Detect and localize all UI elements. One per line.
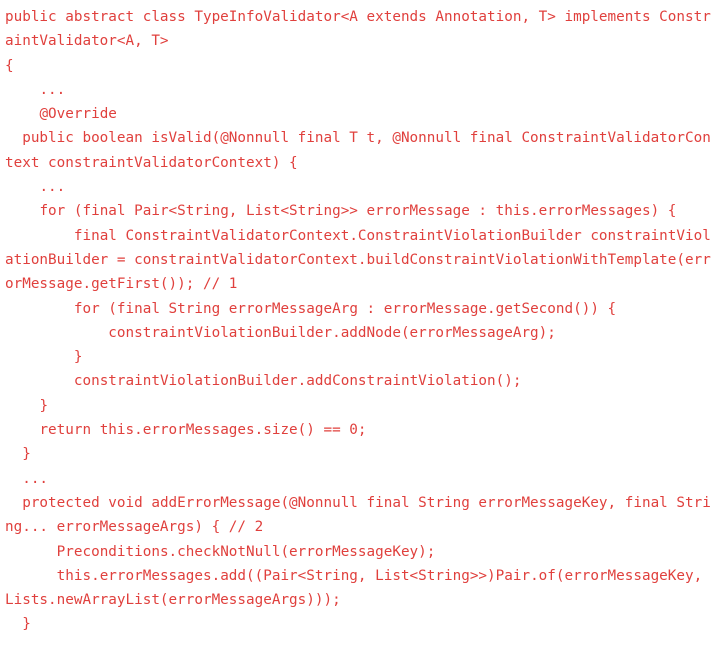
code-snippet-text[interactable]: public abstract class TypeInfoValidator<… [5, 5, 718, 637]
code-snippet-block: public abstract class TypeInfoValidator<… [0, 0, 718, 662]
